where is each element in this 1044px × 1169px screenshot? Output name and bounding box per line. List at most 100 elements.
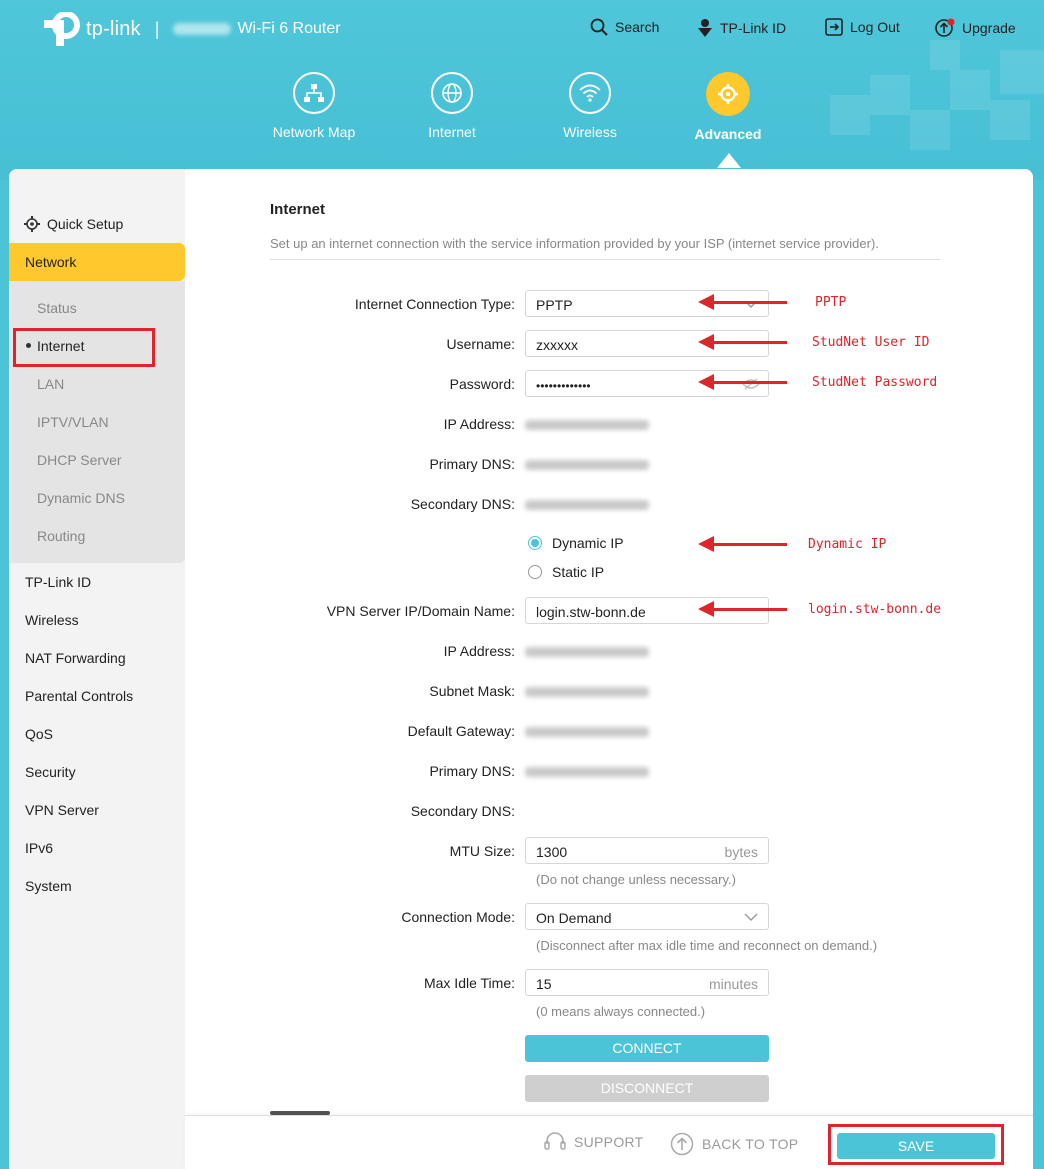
ip-address-label: IP Address: bbox=[443, 416, 515, 432]
annotation-arrow-user-id bbox=[698, 334, 787, 350]
sidebar-item-ipv6[interactable]: IPv6 bbox=[25, 840, 53, 856]
max-idle-time-input[interactable]: 15 minutes bbox=[525, 969, 769, 996]
radio-dynamic-ip-label: Dynamic IP bbox=[552, 535, 624, 551]
annotation-user-id: StudNet User ID bbox=[812, 335, 930, 350]
support-link[interactable]: SUPPORT bbox=[544, 1132, 644, 1152]
username-value: zxxxxx bbox=[536, 337, 578, 353]
upgrade-link[interactable]: Upgrade bbox=[935, 18, 1016, 38]
sidebar-item-quick-setup[interactable]: Quick Setup bbox=[23, 215, 123, 233]
network-label: Network bbox=[25, 254, 77, 270]
wifi-icon bbox=[569, 72, 611, 114]
max-idle-time-value: 15 bbox=[536, 976, 552, 992]
default-gateway-label: Default Gateway: bbox=[407, 723, 515, 739]
highlight-internet-box bbox=[13, 328, 155, 367]
vpn-server-label: VPN Server IP/Domain Name: bbox=[326, 603, 515, 619]
eye-hidden-icon[interactable] bbox=[742, 378, 760, 390]
header: tp-link | Wi-Fi 6 Router Search TP-Link … bbox=[0, 0, 1044, 180]
nav-wireless-label: Wireless bbox=[563, 124, 617, 140]
disconnect-button[interactable]: DISCONNECT bbox=[525, 1075, 769, 1102]
secondary-dns-2-label: Secondary DNS: bbox=[410, 803, 515, 819]
sidebar-item-security[interactable]: Security bbox=[25, 764, 76, 780]
connection-mode-value: On Demand bbox=[536, 910, 612, 926]
primary-dns-label: Primary DNS: bbox=[429, 456, 515, 472]
idle-unit: minutes bbox=[708, 976, 758, 992]
ip-address-2-value-redacted bbox=[525, 647, 649, 657]
tp-link-logo-icon bbox=[44, 12, 80, 46]
mtu-hint: (Do not change unless necessary.) bbox=[536, 872, 736, 887]
subnav-dhcp-server[interactable]: DHCP Server bbox=[37, 452, 122, 468]
radio-static-ip-label: Static IP bbox=[552, 564, 605, 580]
network-map-icon bbox=[293, 72, 335, 114]
headset-icon bbox=[544, 1132, 566, 1150]
subnet-mask-label: Subnet Mask: bbox=[429, 683, 515, 699]
connection-mode-hint: (Disconnect after max idle time and reco… bbox=[536, 938, 878, 953]
password-label: Password: bbox=[449, 376, 515, 392]
max-idle-time-hint: (0 means always connected.) bbox=[536, 1004, 706, 1019]
max-idle-time-label: Max Idle Time: bbox=[423, 975, 515, 991]
ip-address-2-label: IP Address: bbox=[443, 643, 515, 659]
nav-wireless[interactable]: Wireless bbox=[535, 72, 645, 140]
vpn-server-value: login.stw-bonn.de bbox=[536, 604, 646, 620]
nav-advanced-label: Advanced bbox=[694, 126, 762, 142]
main-panel: Quick Setup Network Status Internet LAN … bbox=[9, 169, 1033, 1169]
page-description: Set up an internet connection with the s… bbox=[270, 236, 879, 251]
sidebar-item-network[interactable]: Network bbox=[9, 243, 185, 281]
search-link[interactable]: Search bbox=[590, 18, 659, 36]
quick-setup-label: Quick Setup bbox=[47, 216, 124, 232]
back-to-top-link[interactable]: BACK TO TOP bbox=[670, 1132, 798, 1156]
product-name: Wi-Fi 6 Router bbox=[237, 20, 341, 37]
highlight-save-box bbox=[828, 1124, 1004, 1165]
subnav-iptv-vlan[interactable]: IPTV/VLAN bbox=[37, 414, 109, 430]
brand-name: tp-link bbox=[86, 17, 141, 40]
secondary-dns-label: Secondary DNS: bbox=[410, 496, 515, 512]
annotation-dynamic-ip: Dynamic IP bbox=[808, 537, 887, 552]
sidebar-item-parental-controls[interactable]: Parental Controls bbox=[25, 688, 133, 704]
default-gateway-value-redacted bbox=[525, 727, 649, 737]
annotation-pptp: PPTP bbox=[815, 295, 847, 310]
radio-static-ip[interactable]: Static IP bbox=[528, 564, 604, 580]
logout-link[interactable]: Log Out bbox=[825, 18, 900, 36]
radio-static-ip-control bbox=[528, 565, 542, 579]
sidebar-item-vpn-server[interactable]: VPN Server bbox=[25, 802, 99, 818]
sidebar-item-system[interactable]: System bbox=[25, 878, 72, 894]
connection-type-value: PPTP bbox=[536, 297, 573, 313]
nav-network-map[interactable]: Network Map bbox=[259, 72, 369, 140]
nav-internet[interactable]: Internet bbox=[397, 72, 507, 140]
tplink-id-icon bbox=[698, 19, 712, 37]
nav-network-map-label: Network Map bbox=[272, 124, 356, 140]
mtu-size-value: 1300 bbox=[536, 844, 568, 860]
primary-dns-2-label: Primary DNS: bbox=[429, 763, 515, 779]
primary-dns-2-value-redacted bbox=[525, 767, 649, 777]
sidebar-item-wireless[interactable]: Wireless bbox=[25, 612, 79, 628]
connect-button[interactable]: CONNECT bbox=[525, 1035, 769, 1062]
active-nav-pointer bbox=[717, 153, 741, 168]
annotation-arrow-domain bbox=[698, 601, 787, 617]
quick-setup-gear-icon bbox=[24, 216, 40, 232]
subnav-dynamic-dns[interactable]: Dynamic DNS bbox=[37, 490, 125, 506]
tp-link-logo[interactable]: tp-link | Wi-Fi 6 Router bbox=[44, 12, 341, 46]
search-icon bbox=[590, 18, 608, 36]
logout-icon bbox=[825, 18, 843, 36]
radio-dynamic-ip-control bbox=[528, 536, 542, 550]
sidebar-item-nat-forwarding[interactable]: NAT Forwarding bbox=[25, 650, 126, 666]
subnav-status[interactable]: Status bbox=[37, 300, 77, 316]
annotation-arrow-pptp bbox=[698, 294, 787, 310]
primary-dns-value-redacted bbox=[525, 460, 649, 470]
ip-address-value-redacted bbox=[525, 420, 649, 430]
chevron-down-icon bbox=[744, 913, 758, 921]
subnav-lan[interactable]: LAN bbox=[37, 376, 64, 392]
connection-mode-select[interactable]: On Demand bbox=[525, 903, 769, 930]
subnav-routing[interactable]: Routing bbox=[37, 528, 85, 544]
mtu-size-input[interactable]: 1300 bytes bbox=[525, 837, 769, 864]
secondary-dns-value-redacted bbox=[525, 500, 649, 510]
annotation-arrow-dynamic-ip bbox=[698, 536, 787, 552]
tplink-id-link[interactable]: TP-Link ID bbox=[697, 18, 786, 38]
arrow-up-circle-icon bbox=[670, 1132, 694, 1156]
radio-dynamic-ip[interactable]: Dynamic IP bbox=[528, 535, 624, 551]
sidebar-item-qos[interactable]: QoS bbox=[25, 726, 53, 742]
nav-advanced[interactable]: Advanced bbox=[673, 72, 783, 142]
footer-bar: SUPPORT BACK TO TOP SAVE bbox=[185, 1115, 1033, 1169]
upgrade-label: Upgrade bbox=[962, 20, 1016, 36]
sidebar-item-tplink-id[interactable]: TP-Link ID bbox=[25, 574, 91, 590]
model-name-redacted bbox=[173, 23, 232, 35]
